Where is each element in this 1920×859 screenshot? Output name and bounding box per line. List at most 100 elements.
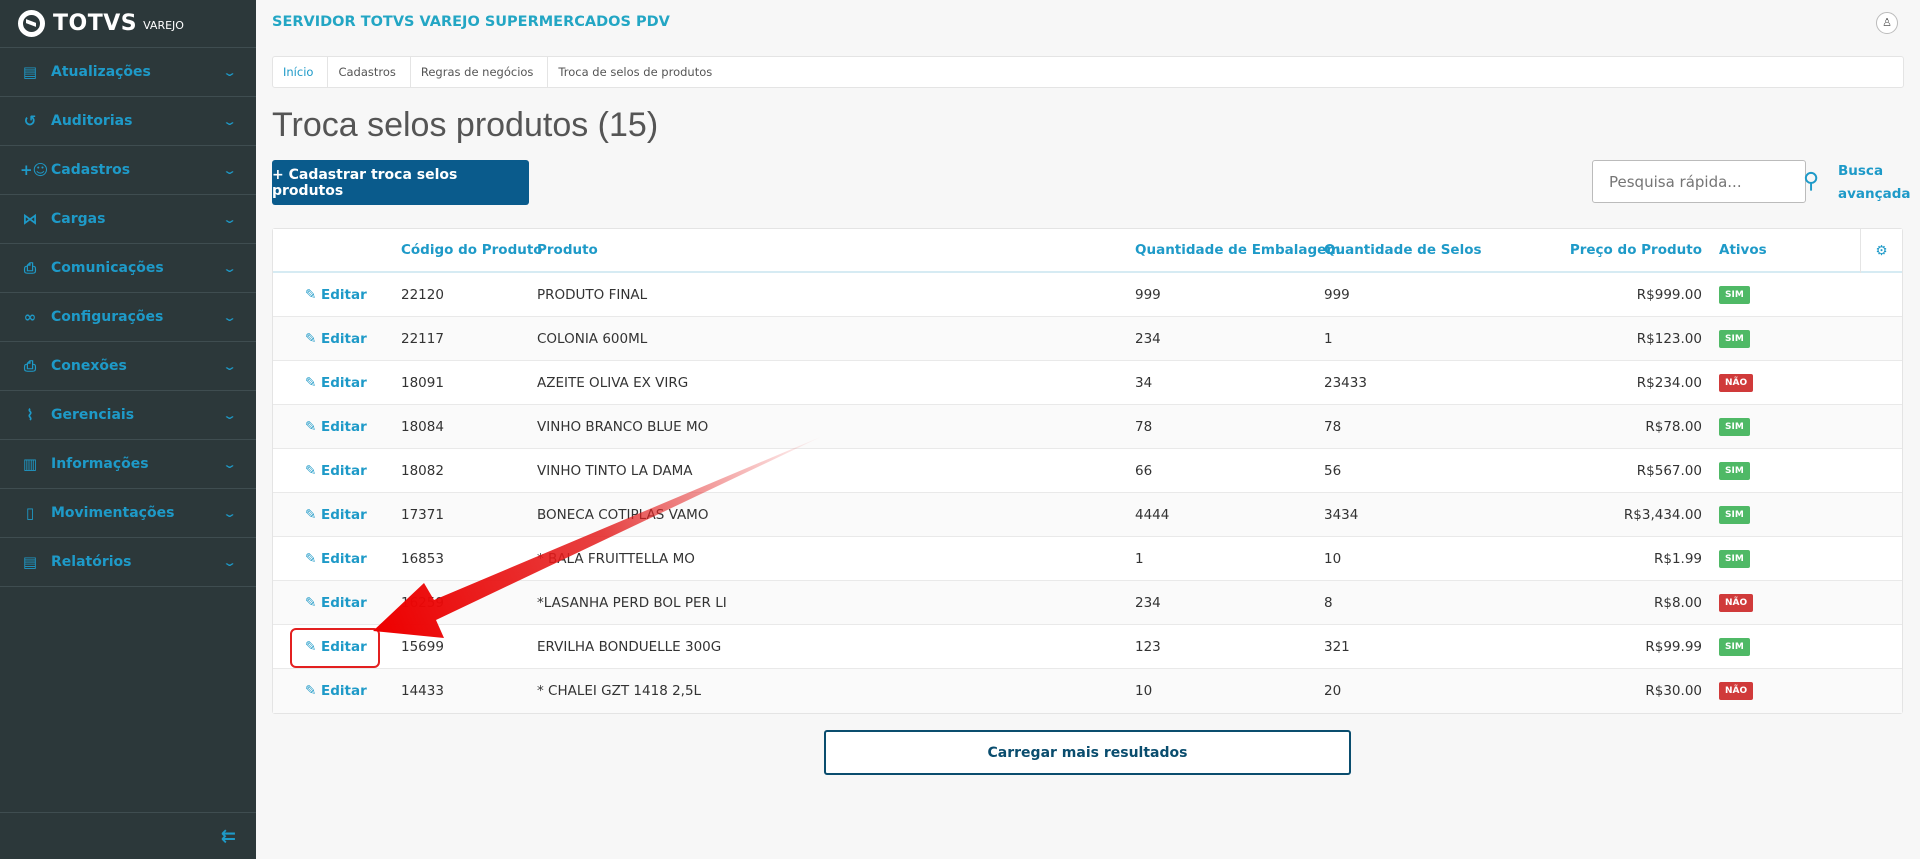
advanced-search-link[interactable]: Busca avançada <box>1838 160 1911 206</box>
edit-button[interactable]: ✎ Editar <box>305 639 367 655</box>
cell-qtd-selos: 78 <box>1324 418 1342 435</box>
sidebar-item-label: Auditorias <box>51 113 133 129</box>
edit-button[interactable]: ✎ Editar <box>305 595 367 611</box>
cell-preco: R$8.00 <box>1653 594 1702 611</box>
sidebar-item-label: Configurações <box>51 309 164 325</box>
cell-qtd-embalagem: 78 <box>1135 418 1153 435</box>
breadcrumb-regras: Regras de negócios <box>411 57 549 87</box>
sidebar-item-label: Conexões <box>51 358 127 374</box>
search-input[interactable] <box>1609 172 1803 191</box>
table-header: Código do Produto Produto Quantidade de … <box>273 229 1902 273</box>
cell-qtd-embalagem: 34 <box>1135 374 1153 391</box>
edit-button[interactable]: ✎ Editar <box>305 551 367 567</box>
chevron-down-icon: ⌄ <box>222 555 237 569</box>
col-ativos[interactable]: Ativos <box>1719 242 1767 258</box>
sidebar-item-movimentacoes[interactable]: ▯ Movimentações ⌄ <box>0 489 256 538</box>
cell-produto: ERVILHA BONDUELLE 300G <box>537 638 722 655</box>
table-row: ✎ Editar 22117 COLONIA 600ML 234 1 R$123… <box>273 317 1902 361</box>
cell-qtd-selos: 10 <box>1324 550 1342 567</box>
cell-produto: VINHO BRANCO BLUE MO <box>537 418 709 435</box>
status-badge: SIM <box>1719 461 1750 480</box>
cell-qtd-selos: 20 <box>1324 683 1342 699</box>
cell-produto: COLONIA 600ML <box>537 330 648 347</box>
edit-button[interactable]: ✎ Editar <box>305 331 367 347</box>
sidebar-item-relatorios[interactable]: ▤ Relatórios ⌄ <box>0 538 256 587</box>
cell-preco: R$78.00 <box>1645 418 1702 435</box>
edit-button[interactable]: ✎ Editar <box>305 463 367 479</box>
chevron-down-icon: ⌄ <box>222 506 237 520</box>
cell-codigo: 18084 <box>401 418 444 435</box>
cell-qtd-selos: 321 <box>1324 638 1350 655</box>
history-icon: ↺ <box>23 112 37 130</box>
cell-codigo: 15699 <box>401 638 444 655</box>
sidebar-item-label: Cadastros <box>51 162 131 178</box>
edit-button[interactable]: ✎ Editar <box>305 287 367 303</box>
status-badge: NÃO <box>1719 373 1754 392</box>
sidebar-item-configuracoes[interactable]: ∞ Configurações ⌄ <box>0 293 256 342</box>
user-avatar-icon[interactable]: ♙ <box>1876 12 1898 34</box>
cell-produto: BONECA COTIPLAS VAMO <box>537 506 709 523</box>
cell-qtd-embalagem: 999 <box>1135 286 1161 303</box>
table-row: ✎ Editar 17371 BONECA COTIPLAS VAMO 4444… <box>273 493 1902 537</box>
breadcrumb-cadastros: Cadastros <box>328 57 411 87</box>
sidebar-item-atualizacoes[interactable]: ▤ Atualizações ⌄ <box>0 48 256 97</box>
col-preco[interactable]: Preço do Produto <box>1570 242 1702 258</box>
cell-produto: * CHALEI GZT 1418 2,5L <box>537 683 702 699</box>
sidebar-item-cargas[interactable]: ⋈ Cargas ⌄ <box>0 195 256 244</box>
col-codigo[interactable]: Código do Produto <box>401 242 543 258</box>
file-upload-icon: ⎙ <box>23 259 36 277</box>
cell-preco: R$999.00 <box>1636 286 1702 303</box>
cell-preco: R$3,434.00 <box>1623 506 1702 523</box>
cell-produto: *LASANHA PERD BOL PER LI <box>537 594 727 611</box>
cell-preco: R$30.00 <box>1645 683 1702 699</box>
col-qtd-selos[interactable]: Quantidade de Selos <box>1324 242 1482 258</box>
search-icon[interactable]: ⚲ <box>1803 169 1819 194</box>
cell-codigo: 18091 <box>401 374 444 391</box>
chevron-down-icon: ⌄ <box>222 114 237 128</box>
chart-icon: ⌇ <box>26 406 34 424</box>
breadcrumb-inicio[interactable]: Início <box>273 57 329 87</box>
server-title: SERVIDOR TOTVS VAREJO SUPERMERCADOS PDV <box>272 14 670 30</box>
cell-codigo: 22117 <box>401 330 444 347</box>
gear-icon[interactable]: ⚙ <box>1860 229 1902 273</box>
sidebar-item-label: Gerenciais <box>51 407 135 423</box>
sidebar-item-conexoes[interactable]: ⎙ Conexões ⌄ <box>0 342 256 391</box>
cell-qtd-selos: 8 <box>1324 594 1333 611</box>
edit-button[interactable]: ✎ Editar <box>305 375 367 391</box>
file-sync-icon: ⎙ <box>23 357 36 375</box>
cell-preco: R$567.00 <box>1636 462 1702 479</box>
sidebar-item-label: Comunicações <box>51 260 164 276</box>
sidebar-item-label: Cargas <box>51 211 106 227</box>
products-table: Código do Produto Produto Quantidade de … <box>272 228 1903 714</box>
col-qtd-embalagem[interactable]: Quantidade de Embalagem <box>1135 242 1340 258</box>
cell-produto: AZEITE OLIVA EX VIRG <box>537 374 689 391</box>
chevron-down-icon: ⌄ <box>222 65 237 79</box>
sidebar-item-informacoes[interactable]: ▥ Informações ⌄ <box>0 440 256 489</box>
sidebar-item-label: Atualizações <box>51 64 151 80</box>
quick-search: ⚲ <box>1592 160 1819 203</box>
chevron-down-icon: ⌄ <box>222 261 237 275</box>
sidebar-item-cadastros[interactable]: +☺ Cadastros ⌄ <box>0 146 256 195</box>
sidebar-item-label: Movimentações <box>51 505 175 521</box>
edit-button[interactable]: ✎ Editar <box>305 507 367 523</box>
chevron-down-icon: ⌄ <box>222 212 237 226</box>
breadcrumb-current: Troca de selos de produtos <box>558 65 713 79</box>
collapse-menu-icon[interactable]: ⇇ <box>221 826 236 847</box>
logo[interactable]: TOTVS VAREJO <box>0 0 256 48</box>
sidebar-item-gerenciais[interactable]: ⌇ Gerenciais ⌄ <box>0 391 256 440</box>
edit-button[interactable]: ✎ Editar <box>305 419 367 435</box>
status-badge: SIM <box>1719 329 1750 348</box>
cell-qtd-embalagem: 10 <box>1135 683 1153 699</box>
add-button[interactable]: + Cadastrar troca selos produtos <box>272 160 529 205</box>
sidebar-item-comunicacoes[interactable]: ⎙ Comunicações ⌄ <box>0 244 256 293</box>
page-title: Troca selos produtos (15) <box>272 106 659 144</box>
cell-qtd-embalagem: 1 <box>1135 550 1144 567</box>
table-row: ✎ Editar 15699 ERVILHA BONDUELLE 300G 12… <box>273 625 1902 669</box>
edit-button[interactable]: ✎ Editar <box>305 683 367 699</box>
sidebar-item-auditorias[interactable]: ↺ Auditorias ⌄ <box>0 97 256 146</box>
table-row: ✎ Editar 16259 *LASANHA PERD BOL PER LI … <box>273 581 1902 625</box>
load-more-button[interactable]: Carregar mais resultados <box>824 730 1351 775</box>
col-produto[interactable]: Produto <box>537 242 598 258</box>
cell-codigo: 17371 <box>401 506 444 523</box>
cell-codigo: 16853 <box>401 550 444 567</box>
